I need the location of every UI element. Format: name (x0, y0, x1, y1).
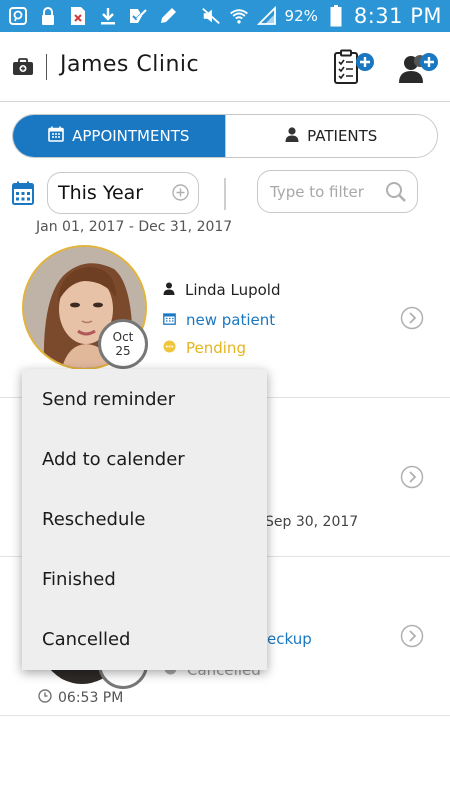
appointment-status-row: Pending (163, 339, 246, 357)
calendar-icon (48, 126, 64, 146)
appointment-type-row: new patient (163, 311, 275, 329)
appointment-type: eckup (267, 630, 312, 648)
person-icon (163, 281, 175, 299)
chevron-right-icon[interactable] (400, 624, 424, 648)
appointment-time-row: 06:53 PM (38, 689, 123, 707)
battery-icon (326, 5, 346, 27)
filter-divider (224, 178, 226, 210)
view-tabs: APPOINTMENTS PATIENTS (12, 114, 438, 158)
calendar-icon[interactable] (12, 181, 34, 205)
appointment-type: new patient (186, 311, 276, 329)
filter-input[interactable] (270, 182, 380, 201)
period-select[interactable]: This Year (47, 172, 199, 214)
screen: 92% 8:31 PM James Clinic APPOINTMENTS PA… (0, 0, 450, 800)
signal-icon (256, 6, 277, 26)
filter-box (257, 170, 418, 213)
date-month: Oct (112, 330, 134, 344)
status-bar: 92% 8:31 PM (0, 0, 450, 32)
appointment-date: Sep 30, 2017 (265, 514, 359, 530)
app-notification-icon (8, 6, 28, 26)
clock: 8:31 PM (353, 4, 442, 28)
appointment-context-menu: Send reminder Add to calender Reschedule… (22, 369, 267, 670)
mute-icon (201, 6, 221, 26)
tab-patients-label: PATIENTS (307, 127, 378, 145)
add-appointment-icon[interactable] (333, 49, 377, 85)
patient-name: Linda Lupold (185, 281, 281, 299)
appointment-time: 06:53 PM (58, 690, 124, 706)
pdf-icon (68, 6, 88, 26)
date-badge: Oct 25 (98, 319, 148, 369)
pencil-icon (158, 6, 178, 26)
tab-patients[interactable]: PATIENTS (224, 115, 437, 157)
plus-circle-icon (172, 184, 189, 201)
calendar-icon (163, 311, 176, 329)
battery-percentage: 92% (284, 7, 318, 25)
tab-appointments[interactable]: APPOINTMENTS (13, 115, 225, 157)
clinic-title: James Clinic (60, 52, 200, 77)
chevron-right-icon[interactable] (400, 465, 424, 489)
date-range: Jan 01, 2017 - Dec 31, 2017 (36, 219, 233, 235)
pending-icon (163, 339, 176, 357)
chevron-right-icon[interactable] (400, 306, 424, 330)
patient-name-row: Linda Lupold (163, 281, 281, 299)
search-icon[interactable] (385, 181, 407, 203)
lock-icon (38, 6, 58, 26)
person-icon (285, 126, 299, 146)
date-day: 25 (115, 344, 131, 358)
wifi-icon (229, 6, 249, 26)
period-value: This Year (58, 182, 144, 204)
download-icon (98, 6, 118, 26)
briefcase-icon (12, 58, 34, 76)
header-divider (46, 54, 47, 80)
menu-item-add-to-calendar[interactable]: Add to calender (22, 429, 267, 489)
menu-item-cancelled[interactable]: Cancelled (22, 609, 267, 669)
menu-item-reschedule[interactable]: Reschedule (22, 489, 267, 549)
clock-icon (38, 689, 52, 707)
add-patient-icon[interactable] (398, 49, 440, 85)
flag-check-icon (128, 6, 148, 26)
app-header: James Clinic (0, 32, 450, 102)
avatar-container: Oct 25 (22, 245, 148, 370)
tab-appointments-label: APPOINTMENTS (72, 127, 190, 145)
menu-item-send-reminder[interactable]: Send reminder (22, 369, 267, 429)
appointment-status: Pending (186, 339, 246, 357)
menu-item-finished[interactable]: Finished (22, 549, 267, 609)
